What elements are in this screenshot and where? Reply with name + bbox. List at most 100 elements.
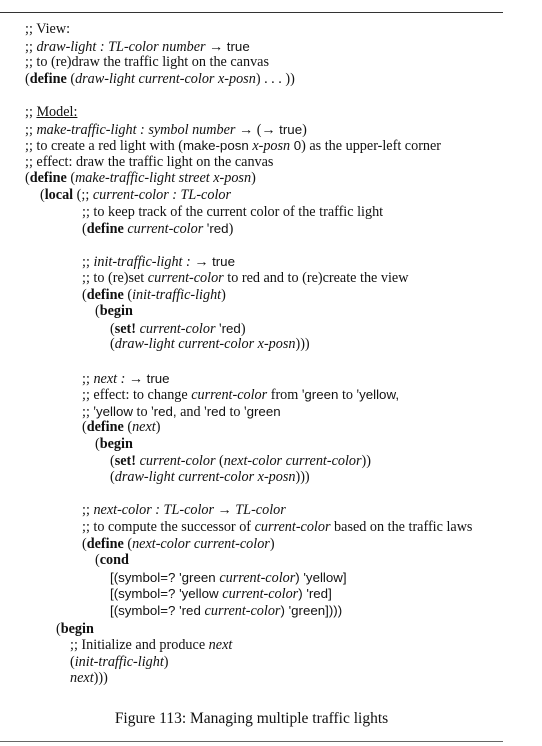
code-text: ) as the upper-left corner [301,138,442,155]
literal: true [226,38,250,54]
code-text: ;; to (re)draw the traffic light on the … [25,54,269,71]
code-line: ;; to keep track of the current color of… [82,204,383,221]
code-line: (draw-light current-color x-posn))) [110,469,310,486]
code-text: ) [221,286,226,303]
identifier: init-traffic-light : → [93,254,213,271]
literal: red [209,221,229,237]
top-rule [0,12,503,13]
code-text: ( [66,70,76,87]
literal: yellow, [359,387,400,403]
code-text: ) [155,419,161,436]
identifier: next [132,419,156,436]
code-text: ( [215,452,224,469]
code-line: (define (draw-light current-color x-posn… [25,71,295,88]
code-text: ) [302,121,307,138]
identifier: next-color : TL-color → TL-color [93,502,286,519]
keyword: define [86,535,124,552]
code-text: ;; to compute the successor of [82,519,255,535]
keyword: begin [99,303,133,320]
keyword: begin [99,436,133,452]
code-text: ;; effect: to change [82,387,192,404]
code-text: and ' [176,403,207,420]
code-text: ))) [295,469,310,486]
identifier: next-color current-color [223,452,362,469]
bottom-rule [0,741,503,742]
code-line: (init-traffic-light) [70,654,169,671]
code-line: ;; Initialize and produce next [70,637,232,654]
identifier: current-color : TL-color [92,187,231,203]
code-line: (define (next) [82,419,160,436]
code-text: ;; [25,104,37,120]
literal: true [146,370,170,386]
identifier: current-color [219,569,296,586]
literal: red [206,403,226,419]
code-text: ) . . . )) [255,70,295,87]
code-line: ;; to compute the successor of current-c… [82,519,472,536]
code-text: ))) [295,336,310,353]
code-text: to red and to (re)create the view [223,270,409,286]
identifier: current-color [222,586,299,603]
code-text: ;; to keep track of the current color of… [82,203,384,220]
code-text: ;; effect: draw the traffic light on the… [25,153,274,170]
code-line: [(symbol=? 'green current-color) 'yellow… [110,569,347,586]
identifier: draw-light current-color x-posn [114,336,296,353]
code-line: ;; draw-light : TL-color number → true [25,38,250,55]
literal: yellow [96,403,133,419]
code-line: ;; make-traffic-light : symbol number → … [25,121,307,138]
code-line: (define current-color 'red) [82,220,233,237]
code-line: (draw-light current-color x-posn))) [110,336,310,353]
code-text: ;; [82,370,94,387]
identifier: current-color [254,519,331,535]
code-line: (local (;; current-color : TL-color [40,187,231,204]
code-text: ) [228,221,234,238]
code-line: (set! current-color (next-color current-… [110,453,371,470]
identifier: current-color [147,270,224,286]
code-line: (define (make-traffic-light street x-pos… [25,170,256,187]
code-line: (define (init-traffic-light) [82,287,226,304]
code-text: based on the traffic laws [330,519,473,535]
identifier: current-color [139,320,216,337]
code-line: ;; to create a red light with (make-posn… [25,137,441,154]
literal: ) 'red] [298,586,332,602]
code-text: ;; [25,21,37,37]
figure-caption: Figure 113: Managing multiple traffic li… [114,710,389,727]
code-line: ;; effect: draw the traffic light on the… [25,154,273,171]
code-line: [(symbol=? 'yellow current-color) 'red] [110,585,332,602]
keyword: define [86,221,124,238]
code-line: ;; Model: [25,104,77,121]
keyword: define [86,419,124,436]
identifier: current-color [139,452,216,469]
code-text: ) [251,170,256,187]
identifier: next [208,637,233,654]
code-line: ;; effect: to change current-color from … [82,386,399,403]
code-text: ;; [25,121,37,138]
keyword: cond [99,552,129,569]
literal: 0 [293,138,302,154]
code-text: Model: [36,104,78,120]
literal: make-posn [182,138,249,154]
identifier: current-color [191,387,268,404]
code-text: to ' [338,387,360,404]
code-text: ) [269,535,275,552]
code-text: ;; ' [82,403,96,420]
keyword: set! [114,452,137,469]
keyword: local [44,187,74,203]
keyword: define [29,70,67,87]
code-text: ))) [93,670,108,687]
identifier: draw-light current-color x-posn [114,469,296,486]
code-line: (begin [56,621,94,638]
code-text: ;; [82,502,94,519]
code-text: ;; Initialize and produce [70,637,209,654]
literal: red, [153,403,177,419]
literal: [(symbol=? 'yellow [110,586,223,602]
code-text: (;; [73,187,93,203]
code-text: ) [163,653,169,670]
code-line: next))) [70,670,108,687]
keyword: set! [114,320,137,337]
code-line: (begin [95,436,133,453]
literal: ) 'yellow] [295,569,347,585]
literal: [(symbol=? 'green [110,569,220,585]
code-line: ;; to (re)set current-color to red and t… [82,270,408,287]
code-line: ;; init-traffic-light : → true [82,253,235,270]
identifier: next-color current-color [132,535,270,552]
